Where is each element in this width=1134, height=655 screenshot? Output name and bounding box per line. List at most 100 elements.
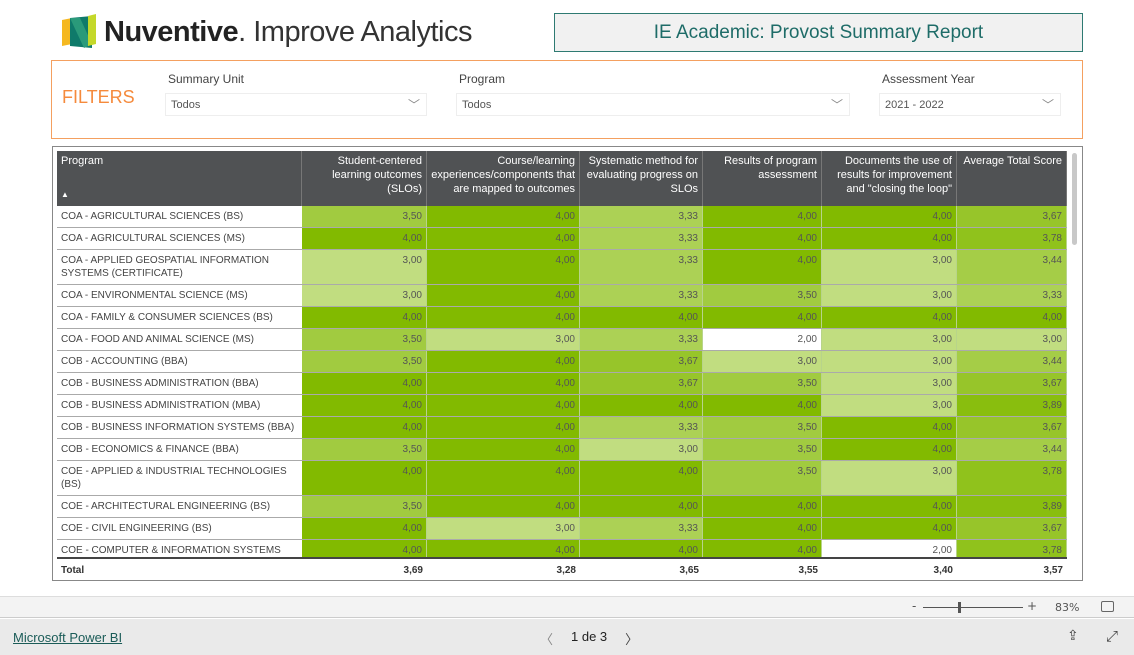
nuventive-logo-icon — [62, 14, 96, 48]
table-row[interactable]: COB - ECONOMICS & FINANCE (BBA) 3,50 4,00 3… — [57, 439, 1067, 461]
program-dropdown[interactable]: Todos ﹀ — [456, 93, 850, 116]
score-cell: 3,89 — [957, 395, 1067, 416]
score-cell: 3,50 — [703, 439, 822, 460]
table-row[interactable]: COA - APPLIED GEOSPATIAL INFORMATION SYS… — [57, 250, 1067, 285]
table-row[interactable]: COA - AGRICULTURAL SCIENCES (BS) 3,50 4,00… — [57, 206, 1067, 228]
previous-page-button[interactable]: 〈 — [540, 629, 553, 648]
score-cell: 4,00 — [302, 373, 427, 394]
column-header-label: Student-centered learning outcomes (SLOs… — [332, 155, 422, 195]
score-cell: 4,00 — [957, 307, 1067, 328]
score-cell: 4,00 — [427, 540, 580, 557]
table-total-row: Total 3,69 3,28 3,65 3,55 3,40 3,57 — [57, 557, 1067, 579]
program-value: Todos — [462, 99, 492, 111]
table-row[interactable]: COA - FAMILY & CONSUMER SCIENCES (BS) 4,0… — [57, 307, 1067, 329]
program-label: Program — [459, 72, 506, 86]
table-row[interactable]: COA - FOOD AND ANIMAL SCIENCE (MS) 3,50 3,… — [57, 329, 1067, 351]
zoom-slider-thumb[interactable] — [958, 602, 961, 613]
table-row[interactable]: COB - BUSINESS INFORMATION SYSTEMS (BBA)… — [57, 417, 1067, 439]
score-cell: 3,33 — [580, 206, 703, 227]
score-cell: 3,50 — [302, 439, 427, 460]
sort-ascending-icon[interactable]: ▲ — [61, 188, 69, 202]
assessment-year-dropdown[interactable]: 2021 - 2022 ﹀ — [879, 93, 1061, 116]
share-icon[interactable]: ⇪ — [1067, 628, 1079, 644]
power-bi-link[interactable]: Microsoft Power BI — [13, 630, 122, 645]
score-cell: 3,00 — [822, 461, 957, 495]
score-cell: 4,00 — [703, 206, 822, 227]
total-label: Total — [57, 559, 302, 579]
table-row[interactable]: COB - BUSINESS ADMINISTRATION (BBA) 4,00 4… — [57, 373, 1067, 395]
table-row[interactable]: COE - CIVIL ENGINEERING (BS) 4,00 3,00 3,33… — [57, 518, 1067, 540]
table-row[interactable]: COE - ARCHITECTURAL ENGINEERING (BS) 3,50… — [57, 496, 1067, 518]
table-row[interactable]: COB - ACCOUNTING (BBA) 3,50 4,00 3,67 3,00 3,… — [57, 351, 1067, 373]
total-cell: 3,69 — [403, 565, 423, 576]
score-cell: 3,00 — [822, 395, 957, 416]
column-header[interactable]: Documents the use of results for improve… — [822, 151, 957, 206]
table-row[interactable]: COB - BUSINESS ADMINISTRATION (MBA) 4,00 4… — [57, 395, 1067, 417]
program-cell: COE - ARCHITECTURAL ENGINEERING (BS) — [57, 496, 302, 517]
score-cell: 3,67 — [580, 373, 703, 394]
score-cell: 4,00 — [703, 540, 822, 557]
program-cell: COA - ENVIRONMENTAL SCIENCE (MS) — [57, 285, 302, 306]
score-cell: 3,00 — [302, 285, 427, 306]
table-row[interactable]: COE - APPLIED & INDUSTRIAL TECHNOLOGIES … — [57, 461, 1067, 496]
summary-unit-label: Summary Unit — [168, 72, 245, 86]
total-cell: 3,28 — [556, 565, 576, 576]
total-cell: 3,57 — [1043, 565, 1063, 576]
score-cell: 4,00 — [427, 461, 580, 495]
score-cell: 3,50 — [703, 285, 822, 306]
fit-to-page-icon[interactable] — [1101, 601, 1114, 612]
score-cell: 4,00 — [703, 250, 822, 284]
summary-unit-value: Todos — [171, 99, 201, 111]
score-cell: 4,00 — [302, 461, 427, 495]
score-cell: 3,00 — [822, 329, 957, 350]
score-cell: 4,00 — [302, 228, 427, 249]
zoom-in-button[interactable]: + — [1027, 599, 1037, 613]
score-cell: 4,00 — [580, 395, 703, 416]
table-row[interactable]: COE - COMPUTER & INFORMATION SYSTEMS ENG… — [57, 540, 1067, 557]
column-header-label: Course/learning experiences/components t… — [431, 155, 575, 195]
column-header-label: Documents the use of results for improve… — [837, 155, 952, 195]
column-header[interactable]: Systematic method for evaluating progres… — [580, 151, 703, 206]
score-cell: 4,00 — [580, 496, 703, 517]
score-cell: 3,00 — [822, 250, 957, 284]
zoom-out-button[interactable]: - — [912, 599, 916, 613]
column-header[interactable]: Student-centered learning outcomes (SLOs… — [302, 151, 427, 206]
next-page-button[interactable]: 〉 — [625, 629, 638, 648]
column-header[interactable]: Course/learning experiences/components t… — [427, 151, 580, 206]
scrollbar-thumb[interactable] — [1072, 153, 1077, 245]
score-cell: 4,00 — [427, 417, 580, 438]
vertical-scrollbar[interactable] — [1071, 151, 1078, 557]
program-cell: COA - AGRICULTURAL SCIENCES (MS) — [57, 228, 302, 249]
total-cell: 3,40 — [933, 565, 953, 576]
report-title: IE Academic: Provost Summary Report — [554, 13, 1083, 52]
score-cell: 4,00 — [580, 307, 703, 328]
program-cell: COA - APPLIED GEOSPATIAL INFORMATION SYS… — [57, 250, 302, 284]
score-cell: 3,78 — [957, 461, 1067, 495]
zoom-slider[interactable] — [923, 602, 1023, 613]
column-header[interactable]: Average Total Score — [957, 151, 1067, 206]
summary-unit-dropdown[interactable]: Todos ﹀ — [165, 93, 427, 116]
column-header[interactable]: Results of program assessment — [703, 151, 822, 206]
table-row[interactable]: COA - ENVIRONMENTAL SCIENCE (MS) 3,00 4,00… — [57, 285, 1067, 307]
score-cell: 3,50 — [703, 373, 822, 394]
score-cell: 3,67 — [580, 351, 703, 372]
score-cell: 3,44 — [957, 439, 1067, 460]
score-cell: 3,00 — [703, 351, 822, 372]
score-cell: 4,00 — [822, 496, 957, 517]
program-cell: COE - COMPUTER & INFORMATION SYSTEMS ENG… — [57, 540, 302, 557]
score-cell: 4,00 — [703, 228, 822, 249]
score-cell: 3,00 — [427, 518, 580, 539]
score-cell: 3,50 — [302, 329, 427, 350]
score-cell: 4,00 — [580, 540, 703, 557]
score-cell: 3,33 — [580, 329, 703, 350]
score-cell: 3,00 — [822, 373, 957, 394]
score-cell: 3,00 — [302, 250, 427, 284]
score-cell: 3,44 — [957, 351, 1067, 372]
fullscreen-icon[interactable]: ⤢ — [1106, 627, 1118, 645]
score-cell: 3,50 — [703, 461, 822, 495]
score-cell: 3,67 — [957, 518, 1067, 539]
score-cell: 4,00 — [703, 518, 822, 539]
score-cell: 3,33 — [580, 518, 703, 539]
table-row[interactable]: COA - AGRICULTURAL SCIENCES (MS) 4,00 4,00… — [57, 228, 1067, 250]
column-header[interactable]: Program ▲ — [57, 151, 302, 206]
